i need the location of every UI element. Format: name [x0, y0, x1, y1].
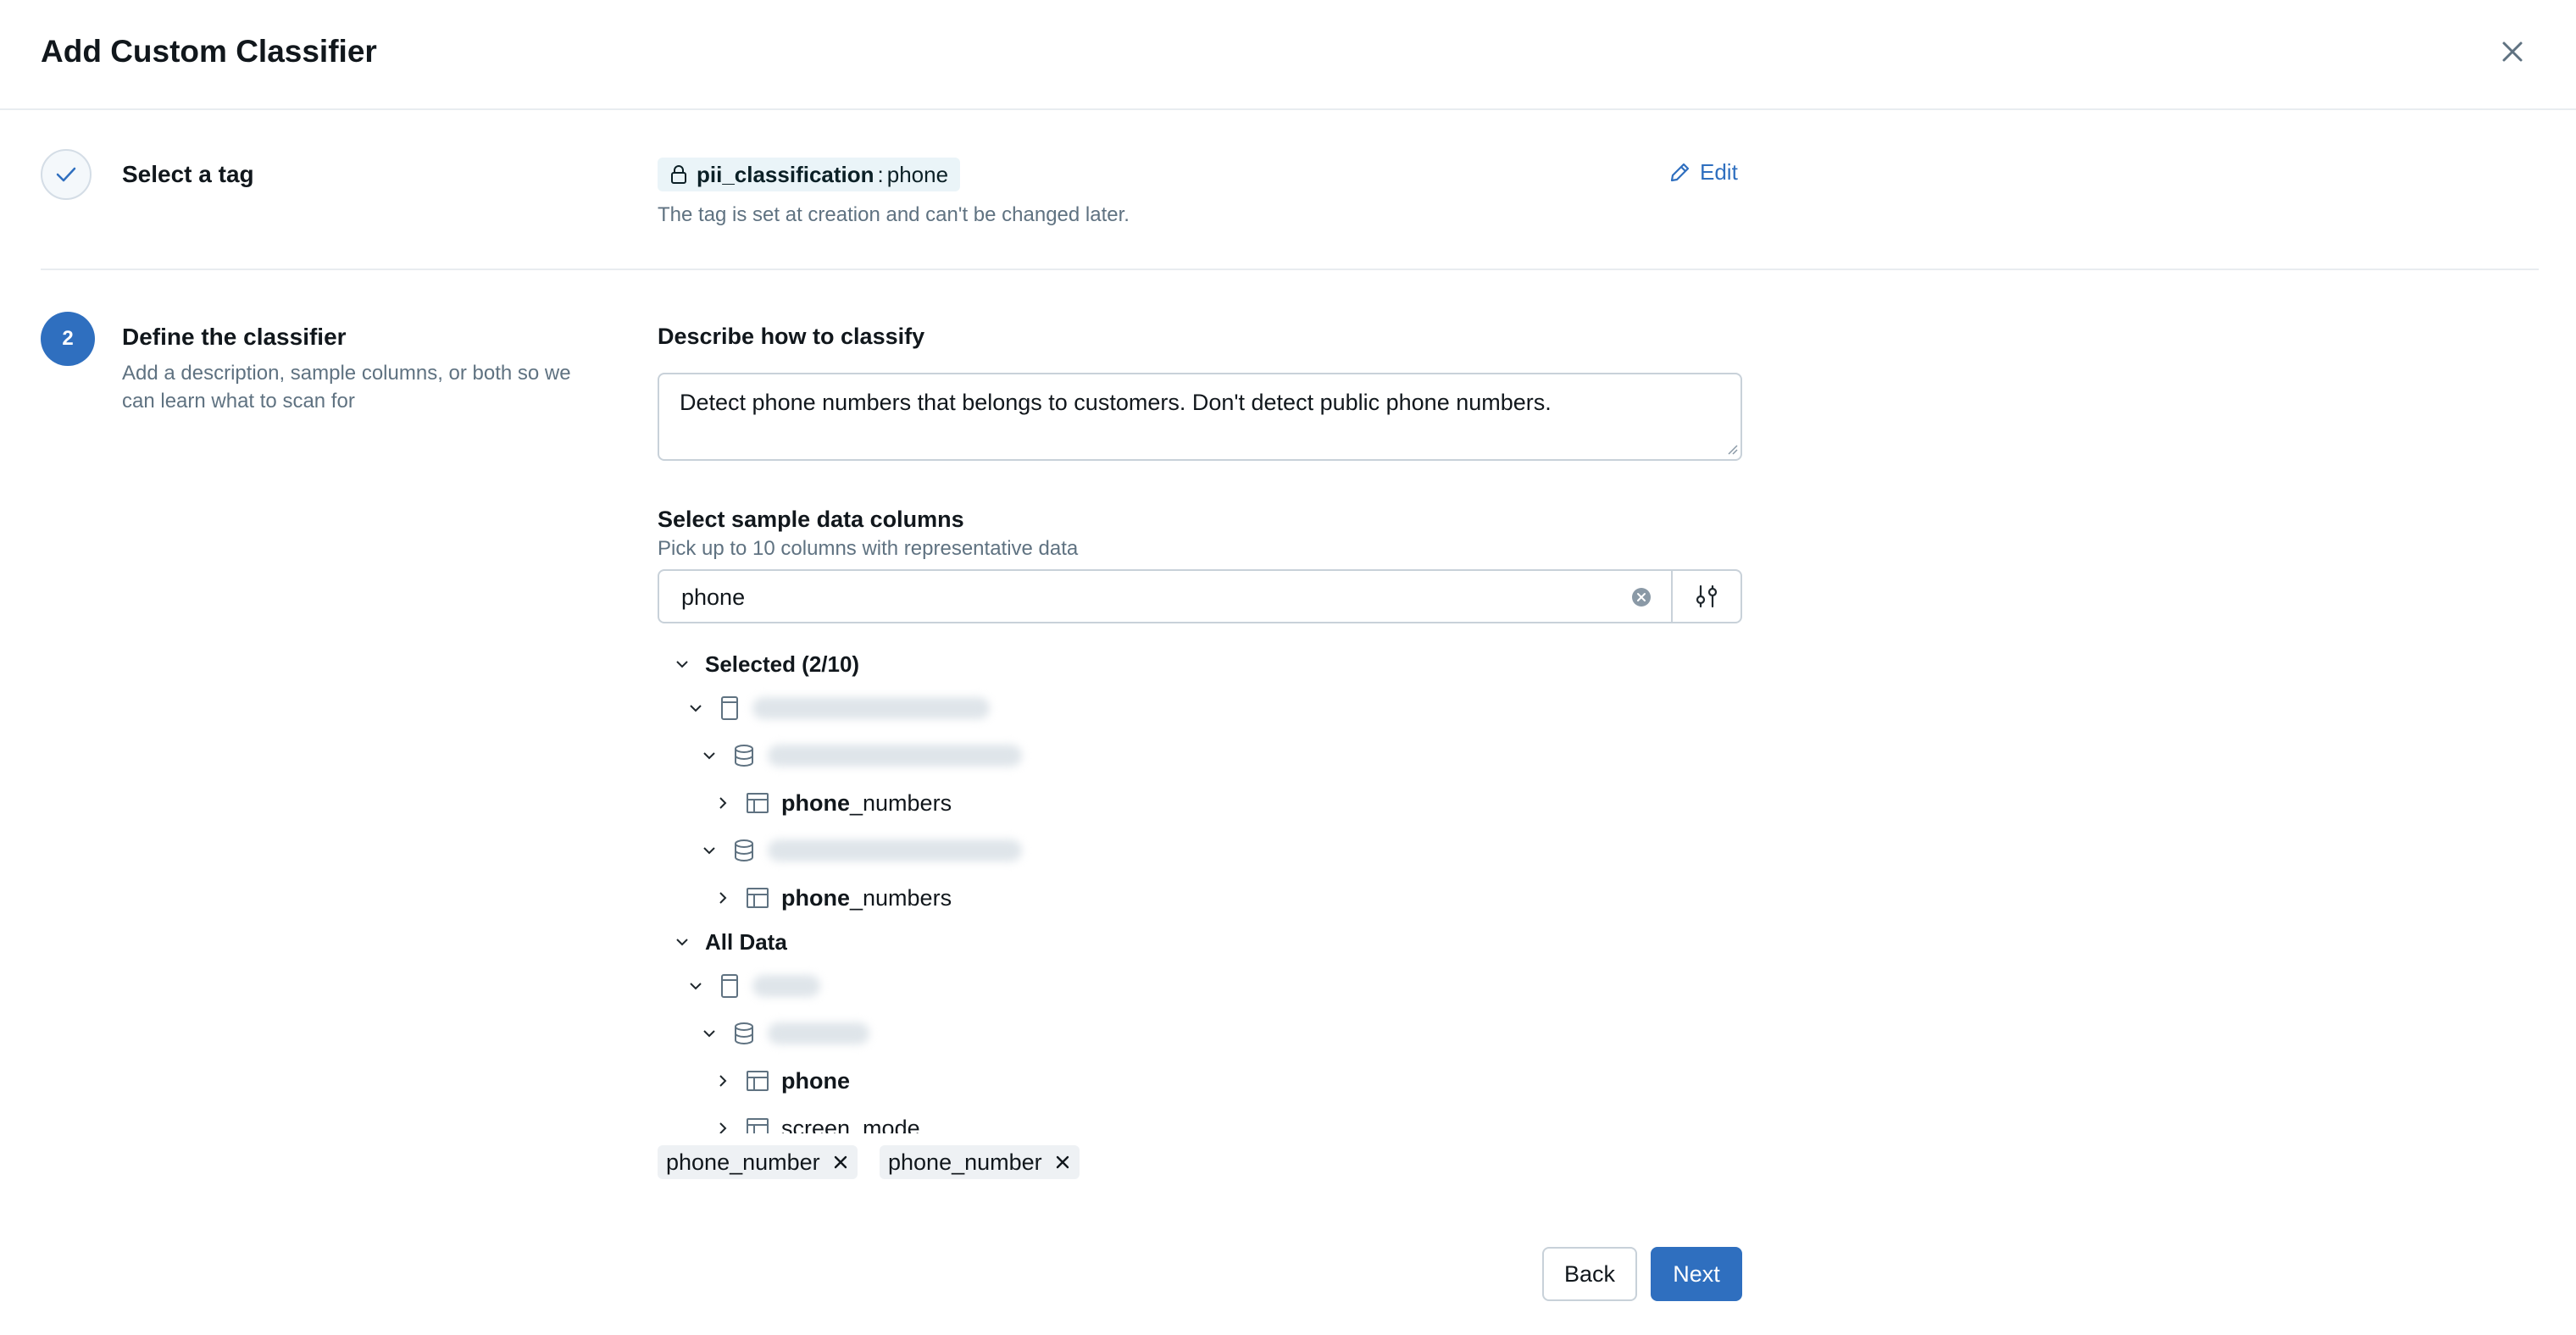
sliders-icon — [1696, 584, 1718, 608]
chevron-right-icon[interactable] — [712, 887, 734, 909]
chip-label: phone_number — [666, 1149, 820, 1175]
table-name: phone_numbers — [781, 789, 952, 816]
chevron-down-icon[interactable] — [685, 975, 707, 997]
tree-node-table[interactable]: screen_mode — [712, 1111, 920, 1133]
chevron-down-icon[interactable] — [698, 1022, 720, 1044]
table-name: phone_numbers — [781, 884, 952, 911]
tree-node-schema[interactable] — [698, 739, 1022, 773]
table-name: screen_mode — [781, 1115, 920, 1134]
classifier-description-textarea[interactable]: Detect phone numbers that belongs to cus… — [658, 373, 1742, 461]
step-2-description: Add a description, sample columns, or bo… — [122, 362, 571, 413]
check-icon — [56, 167, 76, 182]
tree-node-schema[interactable] — [698, 1016, 869, 1050]
tag-value: phone — [886, 161, 949, 187]
remove-icon[interactable] — [1054, 1154, 1071, 1171]
schema-icon — [735, 1022, 753, 1044]
sample-columns-label: Select sample data columns — [658, 507, 964, 532]
tree-node-table[interactable]: phone_numbers — [712, 881, 952, 915]
describe-label: Describe how to classify — [658, 324, 925, 349]
next-button[interactable]: Next — [1651, 1247, 1742, 1301]
redacted-schema-name — [768, 745, 1022, 767]
chevron-right-icon[interactable] — [712, 1070, 734, 1092]
chip-label: phone_number — [888, 1149, 1042, 1175]
chevron-down-icon[interactable] — [671, 653, 693, 675]
redacted-schema-name — [768, 1022, 869, 1044]
table-icon — [747, 888, 769, 908]
tree-node-schema[interactable] — [698, 834, 1022, 867]
pencil-icon — [1670, 163, 1690, 181]
column-search-input[interactable] — [680, 571, 1615, 623]
redacted-schema-name — [768, 839, 1022, 861]
tree-group-label: All Data — [705, 928, 787, 955]
chevron-right-icon[interactable] — [712, 792, 734, 814]
tree-group-label: Selected (2/10) — [705, 651, 860, 677]
table-name: phone — [781, 1067, 850, 1094]
chevron-right-icon[interactable] — [712, 1117, 734, 1133]
tag-key: pii_classification — [697, 161, 874, 187]
step-complete-indicator — [41, 149, 92, 200]
tree-node-table[interactable]: phone_numbers — [712, 786, 952, 820]
remove-icon[interactable] — [832, 1154, 849, 1171]
schema-icon — [735, 839, 753, 861]
catalog-icon — [721, 974, 738, 998]
selected-column-chip: phone_number — [658, 1145, 858, 1179]
step-2-number: 2 — [41, 312, 95, 366]
sample-columns-hint: Pick up to 10 columns with representativ… — [658, 537, 1079, 560]
chevron-down-icon[interactable] — [671, 931, 693, 953]
step-divider — [41, 269, 2539, 270]
step-2-title: Define the classifier — [122, 324, 347, 350]
redacted-catalog-name — [752, 697, 990, 719]
lock-icon — [671, 165, 686, 184]
chevron-down-icon[interactable] — [698, 745, 720, 767]
close-button[interactable] — [2495, 34, 2530, 69]
catalog-icon — [721, 696, 738, 720]
tree-node-table[interactable]: phone — [712, 1064, 850, 1098]
tag-note: The tag is set at creation and can't be … — [658, 203, 1130, 226]
tree-node-catalog[interactable] — [685, 969, 820, 1003]
step-1-title: Select a tag — [122, 161, 254, 187]
tag-separator: : — [877, 161, 884, 187]
dialog-title: Add Custom Classifier — [41, 34, 377, 69]
resize-grip-icon[interactable] — [1725, 442, 1739, 456]
table-icon — [747, 1071, 769, 1091]
tree-group-selected[interactable]: Selected (2/10) — [671, 647, 859, 681]
chevron-down-icon[interactable] — [685, 697, 707, 719]
redacted-catalog-name — [752, 975, 820, 997]
tree-group-all-data[interactable]: All Data — [671, 925, 787, 959]
selected-column-chip: phone_number — [880, 1145, 1080, 1179]
filter-button[interactable] — [1671, 569, 1742, 623]
tree-node-catalog[interactable] — [685, 691, 990, 725]
edit-label: Edit — [1700, 159, 1738, 185]
table-icon — [747, 1118, 769, 1133]
clear-search-icon[interactable] — [1630, 586, 1652, 608]
edit-tag-button[interactable]: Edit — [1668, 159, 1738, 186]
tag-pill: pii_classification : phone — [658, 158, 961, 191]
back-button[interactable]: Back — [1542, 1247, 1637, 1301]
schema-icon — [735, 745, 753, 767]
column-search-box — [658, 569, 1673, 623]
column-tree[interactable]: Selected (2/10) phone_numbers phone_numb… — [658, 644, 1742, 1133]
close-icon — [2502, 42, 2523, 62]
table-icon — [747, 793, 769, 813]
header-divider — [0, 108, 2576, 110]
chevron-down-icon[interactable] — [698, 839, 720, 861]
